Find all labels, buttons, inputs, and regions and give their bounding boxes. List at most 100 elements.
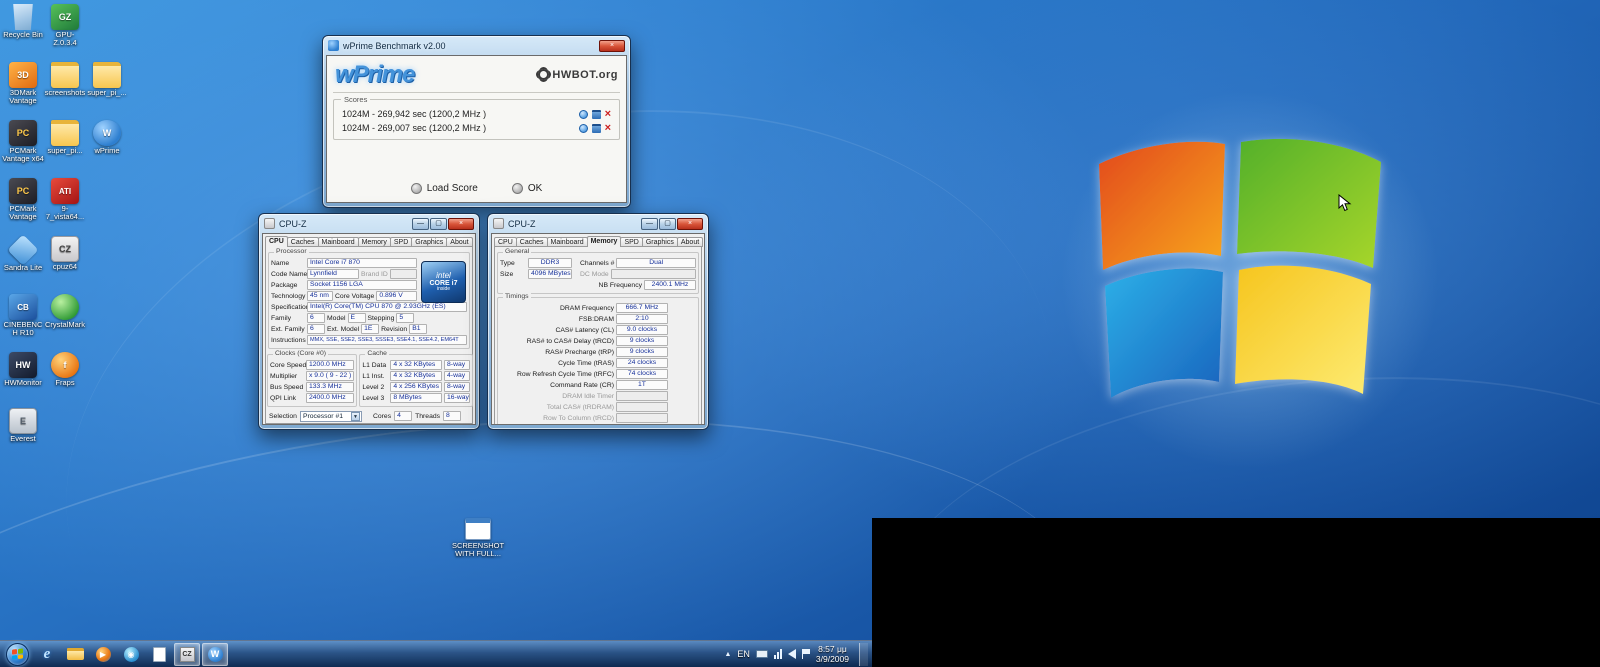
taskbar-wmp-button[interactable]: ▶ bbox=[90, 643, 116, 666]
taskbar-clock[interactable]: 8:57 μμ 3/9/2009 bbox=[816, 644, 849, 664]
scores-group-label: Scores bbox=[341, 95, 370, 104]
desktop-icon-gpuz[interactable]: GZ GPU-Z.0.3.4 bbox=[44, 4, 86, 60]
desktop-icon-label: super_pi... bbox=[44, 147, 86, 155]
desktop-icon-screenshots[interactable]: screenshots bbox=[44, 62, 86, 118]
tab-cpu[interactable]: CPU bbox=[265, 236, 288, 247]
channels-field: Dual bbox=[616, 258, 696, 268]
load-score-button[interactable]: Load Score bbox=[411, 183, 478, 194]
desktop-icon-recycle-bin[interactable]: Recycle Bin bbox=[2, 4, 44, 60]
keyboard-icon[interactable] bbox=[756, 650, 768, 658]
load-score-icon bbox=[411, 183, 422, 194]
save-score-icon[interactable] bbox=[592, 124, 601, 133]
wprime-titlebar[interactable]: wPrime Benchmark v2.00 × bbox=[326, 36, 627, 55]
show-desktop-button[interactable] bbox=[859, 643, 868, 666]
desktop-icon-superpi[interactable]: super_pi... bbox=[44, 120, 86, 176]
field-label: RAS# Precharge (tRP) bbox=[500, 349, 614, 356]
wprime-window-icon bbox=[328, 40, 339, 51]
desktop-icon-pcmark[interactable]: PC PCMark Vantage bbox=[2, 178, 44, 234]
tab-memory[interactable]: Memory bbox=[587, 236, 622, 247]
model-field: E bbox=[348, 313, 366, 323]
tras-field: 24 clocks bbox=[616, 358, 668, 368]
field-label: QPI Link bbox=[270, 395, 304, 402]
field-label: Stepping bbox=[368, 315, 395, 322]
cpuz-titlebar[interactable]: CPU-Z — ▢ × bbox=[262, 214, 476, 233]
gpu-z-icon: GZ bbox=[51, 4, 79, 30]
memory-size-field: 4096 MBytes bbox=[528, 269, 572, 279]
taskbar-cpuz-button[interactable]: CZ bbox=[174, 643, 200, 666]
revision-field: B1 bbox=[409, 324, 427, 334]
taskbar-media-center-button[interactable]: ◉ bbox=[118, 643, 144, 666]
desktop-icon-everest[interactable]: E Everest bbox=[2, 408, 44, 464]
wprime-logo: wPrime bbox=[335, 61, 414, 89]
wprime-window: wPrime Benchmark v2.00 × wPrime HWBOT.or… bbox=[322, 35, 631, 208]
desktop-icon-label: Fraps bbox=[44, 379, 86, 387]
minimize-button[interactable]: — bbox=[412, 218, 429, 230]
desktop-icon-label: GPU-Z.0.3.4 bbox=[44, 31, 86, 47]
core-voltage-field: 0.896 V bbox=[376, 291, 417, 301]
field-label: Ext. Family bbox=[271, 326, 305, 333]
l1-data-field: 4 x 32 KBytes bbox=[390, 360, 442, 370]
desktop-icon-sandra[interactable]: Sandra Lite bbox=[2, 236, 44, 292]
desktop-icon-screenshot-file[interactable]: SCREENSHOT WITH FULL... bbox=[448, 516, 508, 572]
timings-group-label: Timings bbox=[503, 293, 531, 300]
total-cas-field bbox=[616, 402, 668, 412]
score-row: 1024M - 269,007 sec (1200,2 MHz ) × bbox=[338, 121, 615, 135]
desktop-icon-pcmark-x64[interactable]: PC PCMark Vantage x64 bbox=[2, 120, 44, 176]
delete-score-icon[interactable]: × bbox=[605, 110, 611, 119]
desktop-icon-label: CrystalMark bbox=[44, 321, 86, 329]
screenshot-file-icon bbox=[465, 518, 491, 540]
taskbar-notepad-button[interactable] bbox=[146, 643, 172, 666]
desktop-icon-superpi-folder[interactable]: super_pi_... bbox=[86, 62, 128, 118]
close-button[interactable]: × bbox=[448, 218, 474, 230]
maximize-button[interactable]: ▢ bbox=[430, 218, 447, 230]
cinebench-icon: CB bbox=[9, 294, 37, 320]
desktop-icon-ati-driver[interactable]: ATI 9-7_vista64... bbox=[44, 178, 86, 234]
l2-field: 4 x 256 KBytes bbox=[390, 382, 442, 392]
desktop-icon-wprime[interactable]: W wPrime bbox=[86, 120, 128, 176]
field-label: RAS# to CAS# Delay (tRCD) bbox=[500, 338, 614, 345]
delete-score-icon[interactable]: × bbox=[605, 124, 611, 133]
desktop-icon-crystalmark[interactable]: CrystalMark bbox=[44, 294, 86, 350]
field-label: L1 Data bbox=[362, 362, 388, 369]
close-button[interactable]: × bbox=[599, 40, 625, 52]
folder-icon bbox=[93, 62, 121, 88]
selection-label: Selection bbox=[269, 413, 297, 420]
start-button[interactable] bbox=[6, 643, 29, 666]
volume-icon[interactable] bbox=[788, 649, 796, 659]
desktop-icon-fraps[interactable]: f Fraps bbox=[44, 352, 86, 408]
system-tray: ▲ EN 8:57 μμ 3/9/2009 bbox=[724, 643, 870, 666]
language-indicator[interactable]: EN bbox=[737, 649, 750, 659]
desktop-icon-hwmonitor[interactable]: HW HWMonitor bbox=[2, 352, 44, 408]
l1-data-way-field: 8-way bbox=[444, 360, 470, 370]
close-button[interactable]: × bbox=[677, 218, 703, 230]
folder-icon bbox=[51, 120, 79, 146]
maximize-button[interactable]: ▢ bbox=[659, 218, 676, 230]
network-icon[interactable] bbox=[774, 649, 782, 659]
threads-field: 8 bbox=[443, 411, 461, 421]
field-label: NB Frequency bbox=[599, 282, 642, 289]
taskbar-wprime-button[interactable]: W bbox=[202, 643, 228, 666]
taskbar-explorer-button[interactable] bbox=[62, 643, 88, 666]
score-row: 1024M - 269,942 sec (1200,2 MHz ) × bbox=[338, 107, 615, 121]
minimize-button[interactable]: — bbox=[641, 218, 658, 230]
ok-button[interactable]: OK bbox=[512, 183, 542, 194]
desktop-icon-cpuz64[interactable]: CZ cpuz64 bbox=[44, 236, 86, 292]
hidden-icons-chevron[interactable]: ▲ bbox=[724, 651, 731, 658]
desktop-icon-3dmark[interactable]: 3D 3DMark Vantage bbox=[2, 62, 44, 118]
family-field: 6 bbox=[307, 313, 325, 323]
processor-select[interactable]: Processor #1 ▼ bbox=[300, 411, 362, 422]
taskbar-ie-button[interactable]: e bbox=[34, 643, 60, 666]
l3-field: 8 MBytes bbox=[390, 393, 442, 403]
submit-online-icon[interactable] bbox=[579, 124, 588, 133]
brand-id-field bbox=[390, 269, 417, 279]
window-title: CPU-Z bbox=[508, 219, 536, 229]
field-label: L1 Inst. bbox=[362, 373, 388, 380]
submit-online-icon[interactable] bbox=[579, 110, 588, 119]
cpuz-titlebar[interactable]: CPU-Z — ▢ × bbox=[491, 214, 705, 233]
windows-flag-icon bbox=[12, 648, 23, 659]
save-score-icon[interactable] bbox=[592, 110, 601, 119]
processor-group-label: Processor bbox=[274, 248, 309, 255]
desktop-icon-cinebench[interactable]: CB CINEBENCH R10 bbox=[2, 294, 44, 350]
media-center-icon: ◉ bbox=[124, 647, 139, 662]
action-center-flag-icon[interactable] bbox=[802, 649, 810, 659]
